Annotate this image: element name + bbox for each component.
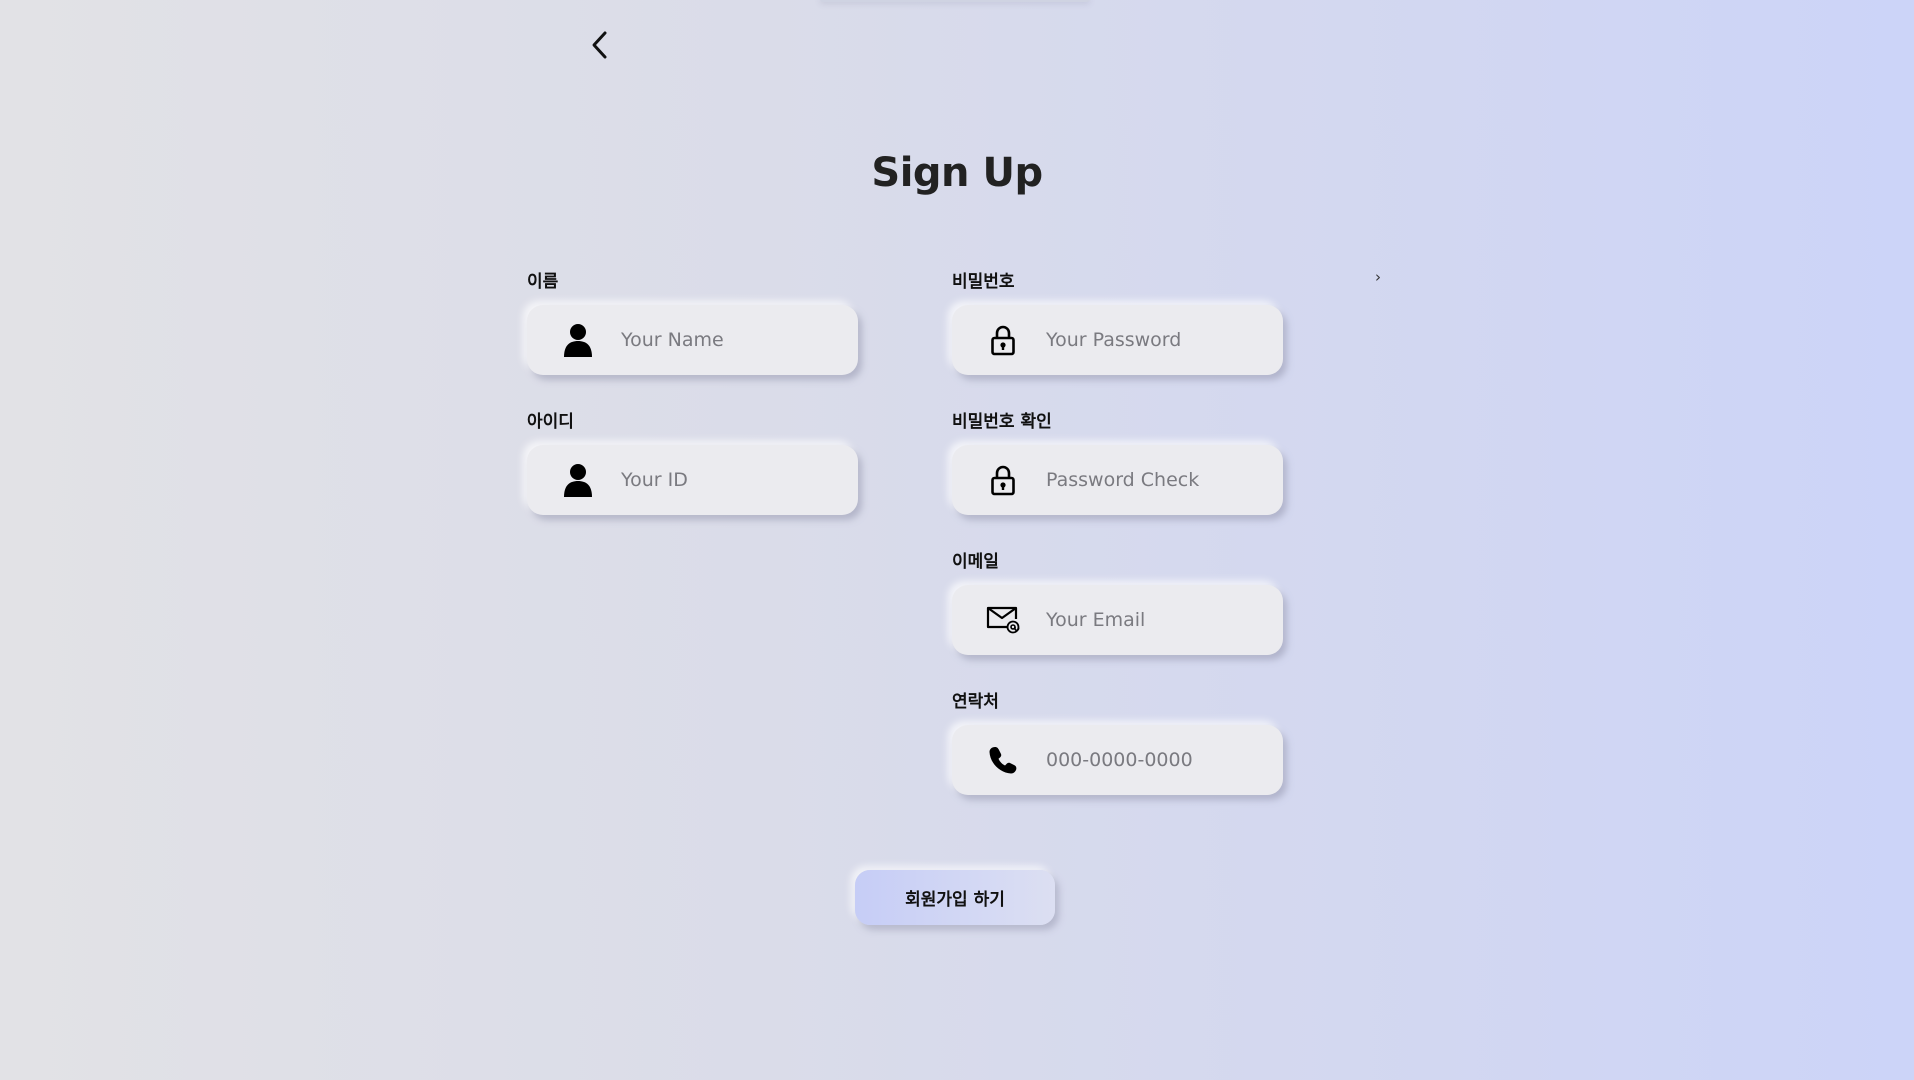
top-edge-sliver: [820, 0, 1090, 2]
email-field: 이메일: [952, 551, 1283, 655]
password-input-box[interactable]: [952, 305, 1283, 375]
password-field: 비밀번호: [952, 271, 1283, 375]
password-check-label: 비밀번호 확인: [952, 412, 1052, 432]
email-input[interactable]: [1046, 609, 1266, 631]
lock-icon: [986, 322, 1020, 358]
signup-submit-button[interactable]: 회원가입 하기: [855, 870, 1055, 925]
name-input-box[interactable]: [527, 305, 858, 375]
id-input-box[interactable]: [527, 445, 858, 515]
name-label: 이름: [527, 272, 559, 292]
email-label: 이메일: [952, 552, 999, 572]
page-title: Sign Up: [871, 150, 1043, 196]
email-input-box[interactable]: [952, 585, 1283, 655]
chevron-left-icon: [592, 31, 607, 59]
id-label: 아이디: [527, 412, 574, 432]
phone-label: 연락처: [952, 692, 999, 712]
stray-chevron-glyph: ›: [1375, 268, 1381, 286]
back-button[interactable]: [586, 28, 614, 62]
phone-input-box[interactable]: [952, 725, 1283, 795]
name-input[interactable]: [621, 329, 841, 351]
person-icon: [561, 322, 595, 358]
phone-field: 연락처: [952, 691, 1283, 795]
phone-icon: [986, 742, 1020, 778]
password-label: 비밀번호: [952, 272, 1015, 292]
envelope-at-icon: [986, 602, 1020, 638]
person-icon: [561, 462, 595, 498]
name-field: 이름: [527, 271, 858, 375]
id-input[interactable]: [621, 469, 841, 491]
password-input[interactable]: [1046, 329, 1266, 351]
lock-icon: [986, 462, 1020, 498]
password-check-field: 비밀번호 확인: [952, 411, 1283, 515]
id-field: 아이디: [527, 411, 858, 515]
password-check-input[interactable]: [1046, 469, 1266, 491]
phone-input[interactable]: [1046, 749, 1266, 771]
password-check-input-box[interactable]: [952, 445, 1283, 515]
